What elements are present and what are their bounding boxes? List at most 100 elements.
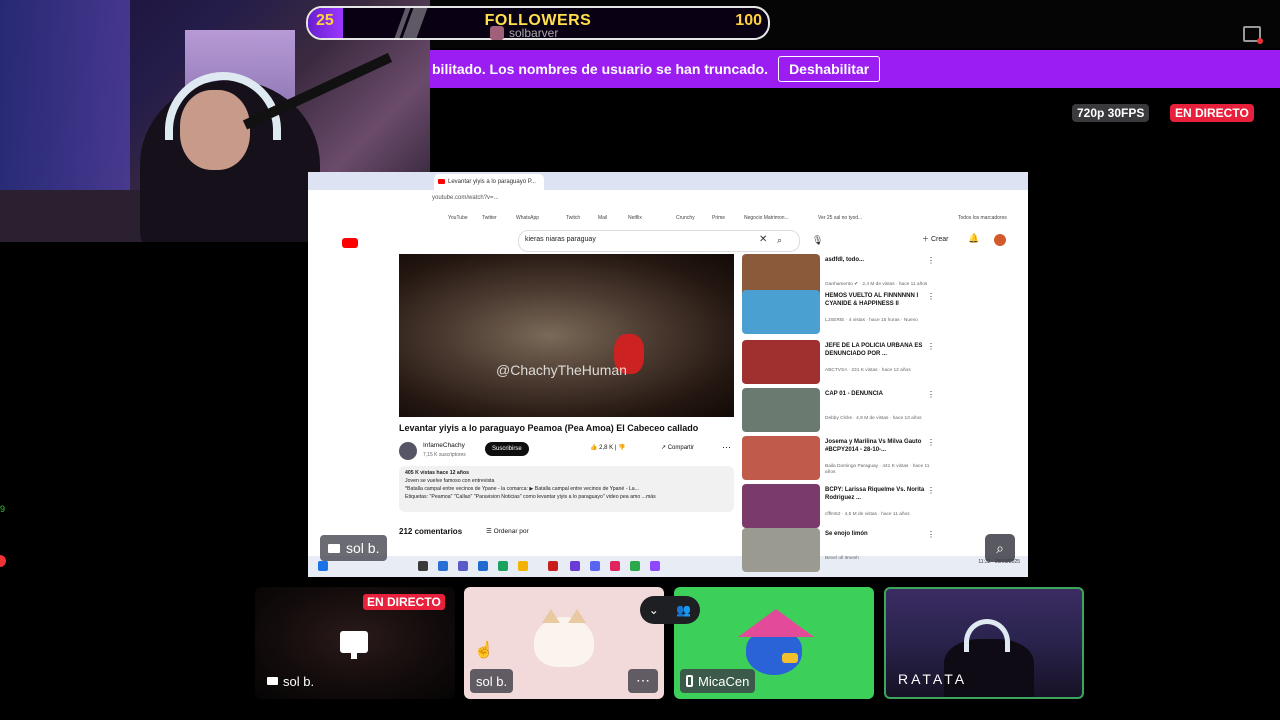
- related-video[interactable]: BCPY: Larissa Riquelme Vs. Norita Rodrig…: [742, 484, 942, 530]
- mic-icon[interactable]: 🎙: [812, 235, 823, 246]
- screen-share-icon[interactable]: [1243, 26, 1263, 44]
- taskbar-app-icon[interactable]: [418, 561, 428, 571]
- related-video[interactable]: Josema y Marilina Vs Milva Gauto #BCPY20…: [742, 436, 942, 482]
- bird-avatar: [738, 609, 814, 675]
- related-thumbnail[interactable]: [742, 484, 820, 528]
- taskbar-app-icon[interactable]: [590, 561, 600, 571]
- account-avatar[interactable]: [994, 234, 1006, 246]
- related-title[interactable]: BCPY: Larissa Riquelme Vs. Norita Rodrig…: [825, 486, 935, 502]
- bookmark-item[interactable]: Twitter: [482, 215, 497, 221]
- channel-name[interactable]: InfameChachy: [423, 442, 465, 449]
- taskbar-app-icon[interactable]: [630, 561, 640, 571]
- bookmark-item[interactable]: Prime: [712, 215, 725, 221]
- taskbar-app-icon[interactable]: [518, 561, 528, 571]
- related-title[interactable]: JEFE DE LA POLICIA URBANA ES DENUNCIADO …: [825, 342, 935, 358]
- notice-banner: bilitado. Los nombres de usuario se han …: [430, 50, 1280, 88]
- related-video[interactable]: Se enojo limón Bevel oll Itmesh ⋮: [742, 528, 942, 574]
- bookmark-item[interactable]: Netflix: [628, 215, 642, 221]
- related-thumbnail[interactable]: [742, 528, 820, 572]
- related-video[interactable]: CAP 01 - DENUNCIA Debby Clcks · 4,9 M de …: [742, 388, 942, 434]
- bookmark-item[interactable]: Ver 25 sal no tyod...: [818, 215, 862, 221]
- related-video[interactable]: HEMOS VUELTO AL FINNNNNN I CYANIDE & HAP…: [742, 290, 942, 336]
- browser-tab[interactable]: Levantar yiyis a lo paraguayo P...: [434, 174, 544, 190]
- taskbar-app-icon[interactable]: [498, 561, 508, 571]
- taskbar-app-icon[interactable]: [610, 561, 620, 571]
- bookmark-item[interactable]: Mail: [598, 215, 607, 221]
- kebab-menu-icon[interactable]: ⋮: [927, 438, 935, 447]
- related-thumbnail[interactable]: [742, 436, 820, 480]
- subscribe-button[interactable]: Suscribirse: [485, 442, 529, 456]
- zoom-icon[interactable]: ⌕: [985, 534, 1015, 562]
- taskbar-app-icon[interactable]: [438, 561, 448, 571]
- like-button[interactable]: 👍 2,8 K | 👎: [590, 444, 626, 451]
- bookmark-item[interactable]: Crunchy: [676, 215, 695, 221]
- kebab-menu-icon[interactable]: ⋮: [927, 256, 935, 265]
- participant-name: MicaCen: [698, 673, 750, 689]
- participant-tile-speaking[interactable]: RATATA: [884, 587, 1084, 699]
- participant-name: sol b.: [283, 673, 315, 689]
- related-thumbnail[interactable]: [742, 388, 820, 432]
- participant-tile[interactable]: MicaCen: [674, 587, 874, 699]
- desc-line: Etiquetas: "Peamoa" "Callao" "Paravision…: [405, 494, 656, 500]
- related-thumbnail[interactable]: [742, 340, 820, 384]
- desc-line: Joven se vuelve famoso con entrevista: [405, 478, 495, 484]
- kebab-menu-icon[interactable]: ⋮: [927, 390, 935, 399]
- left-edge: 9: [0, 500, 6, 580]
- more-actions-icon[interactable]: ⋯: [722, 442, 731, 453]
- youtube-logo[interactable]: [342, 238, 358, 248]
- youtube-search-box[interactable]: kieras niaras paraguay ✕ ⌕: [518, 230, 800, 252]
- related-title[interactable]: HEMOS VUELTO AL FINNNNNN I CYANIDE & HAP…: [825, 292, 935, 308]
- kebab-menu-icon[interactable]: ⋮: [927, 530, 935, 539]
- participants-toggle[interactable]: ⌄ 👥: [640, 596, 700, 624]
- share-button[interactable]: ↗ Compartir: [661, 444, 694, 451]
- related-title[interactable]: Se enojo limón: [825, 530, 935, 538]
- create-label: Crear: [930, 236, 949, 243]
- bird-beak: [782, 653, 798, 663]
- screen-share-icon: [267, 677, 278, 685]
- create-button[interactable]: ＋ Crear: [922, 234, 948, 244]
- video-description[interactable]: 405 K vistas hace 12 años Joven se vuelv…: [399, 466, 734, 512]
- more-options-icon[interactable]: ⋯: [628, 669, 658, 693]
- related-video[interactable]: JEFE DE LA POLICIA URBANA ES DENUNCIADO …: [742, 340, 942, 386]
- related-title[interactable]: asdfdl, todo...: [825, 256, 935, 264]
- kebab-menu-icon[interactable]: ⋮: [927, 342, 935, 351]
- bookmark-item[interactable]: Negocio Matrimon...: [744, 215, 789, 221]
- shared-screen[interactable]: Levantar yiyis a lo paraguayo P... youtu…: [308, 172, 1028, 577]
- related-thumbnail[interactable]: [742, 290, 820, 334]
- bookmark-item[interactable]: Twitch: [566, 215, 580, 221]
- taskbar-app-icon[interactable]: [478, 561, 488, 571]
- bookmark-item[interactable]: WhatsApp: [516, 215, 539, 221]
- kebab-menu-icon[interactable]: ⋮: [927, 486, 935, 495]
- clear-icon[interactable]: ✕: [759, 234, 767, 245]
- bookmarks-bar: YouTube Twitter WhatsApp Twitch Mail Net…: [308, 212, 1028, 226]
- cat-avatar: [534, 609, 594, 667]
- channel-avatar[interactable]: [399, 442, 417, 460]
- taskbar-app-icon[interactable]: [458, 561, 468, 571]
- bookmark-item[interactable]: Todos los marcadores: [958, 215, 1007, 221]
- video-player[interactable]: @ChachyTheHuman: [399, 254, 734, 417]
- related-meta: ABCTVSA · 231 K vistas · hace 12 años: [825, 368, 911, 373]
- taskbar-app-icon[interactable]: [548, 561, 558, 571]
- related-meta: Bevel oll Itmesh: [825, 556, 859, 561]
- kebab-menu-icon[interactable]: ⋮: [927, 292, 935, 301]
- phone-icon: [686, 675, 693, 687]
- participant-tile[interactable]: EN DIRECTO sol b.: [255, 587, 455, 699]
- disable-button[interactable]: Deshabilitar: [778, 56, 881, 82]
- search-icon[interactable]: ⌕: [777, 235, 782, 246]
- participant-tile[interactable]: sol b. ⋯: [464, 587, 664, 699]
- taskbar-app-icon[interactable]: [570, 561, 580, 571]
- mouse-cursor-icon: ☝: [474, 642, 494, 659]
- address-bar[interactable]: youtube.com/watch?v=...: [308, 190, 1028, 213]
- related-title[interactable]: Josema y Marilina Vs Milva Gauto #BCPY20…: [825, 438, 935, 454]
- search-query: kieras niaras paraguay: [525, 236, 596, 243]
- comments-count: 212 comentarios: [399, 527, 463, 536]
- browser-tab-strip: Levantar yiyis a lo paraguayo P...: [308, 172, 1028, 190]
- related-title[interactable]: CAP 01 - DENUNCIA: [825, 390, 935, 398]
- start-icon[interactable]: [318, 561, 328, 571]
- screen-owner-name: sol b.: [346, 540, 380, 556]
- taskbar-app-icon[interactable]: [650, 561, 660, 571]
- sort-button[interactable]: ☰ Ordenar por: [486, 527, 529, 535]
- participant-label: RATATA: [892, 667, 973, 691]
- bell-icon[interactable]: 🔔: [968, 233, 979, 244]
- bookmark-item[interactable]: YouTube: [448, 215, 468, 221]
